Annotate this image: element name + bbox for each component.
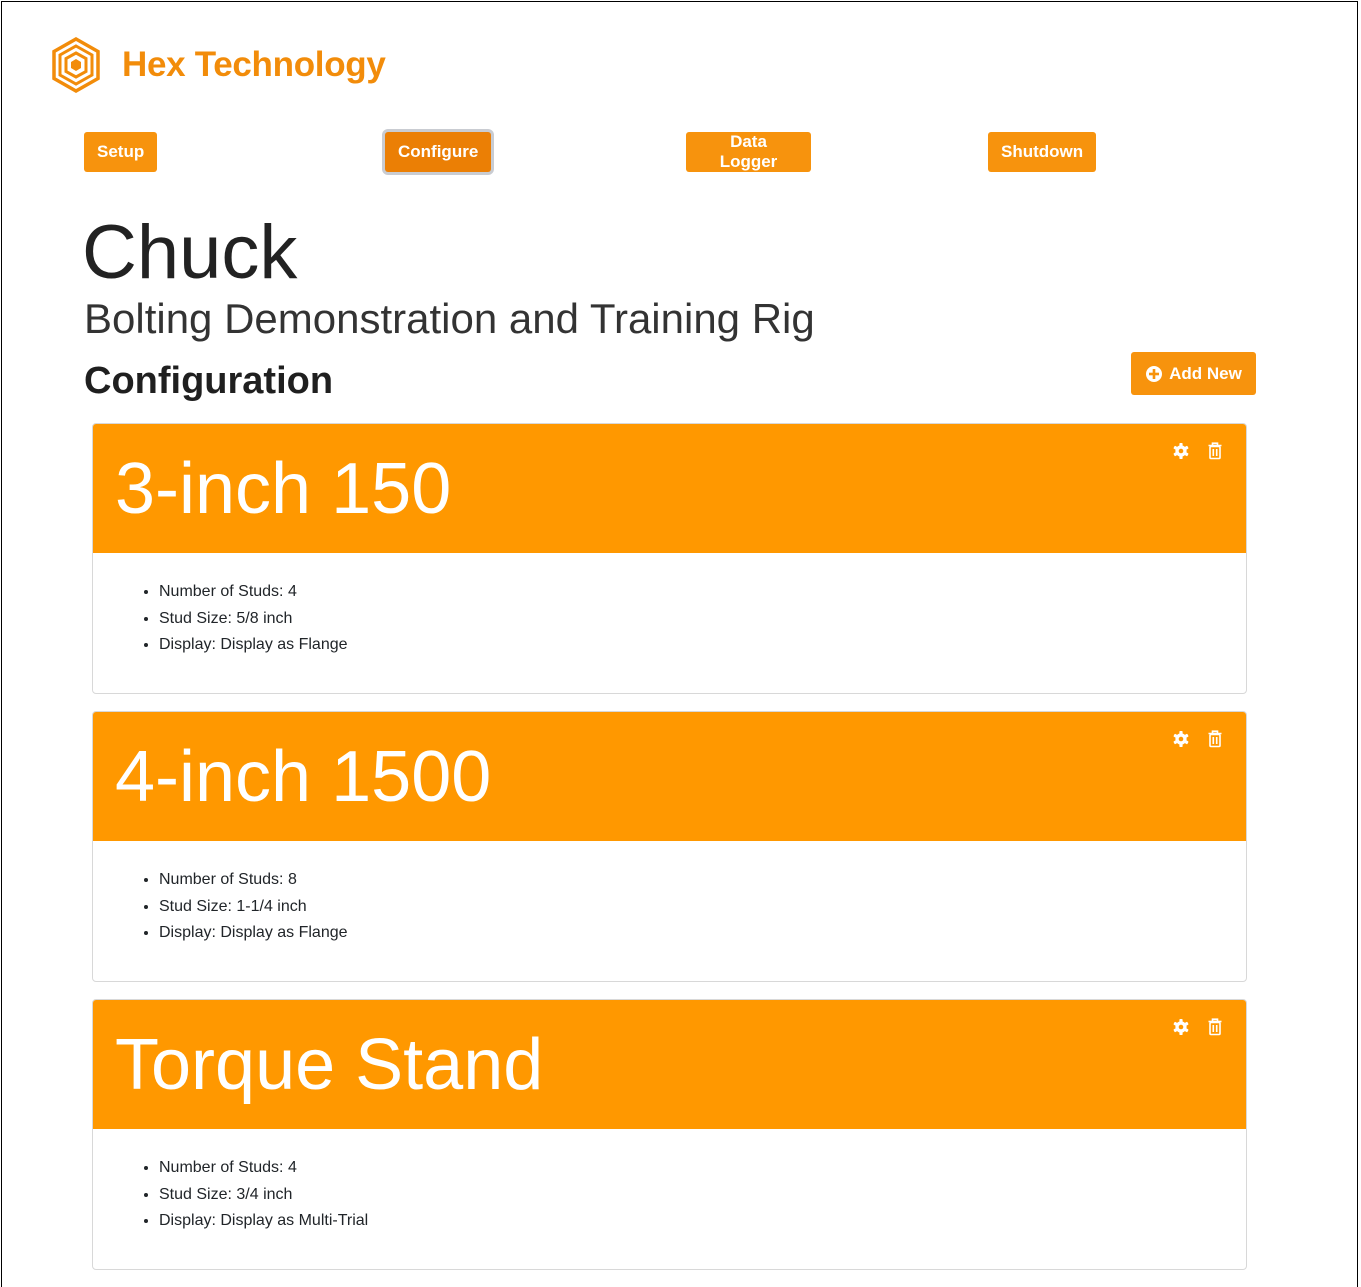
nav-shutdown-button[interactable]: Shutdown (988, 132, 1096, 172)
card-actions (1172, 1018, 1224, 1036)
card-title: 3-inch 150 (115, 449, 452, 529)
page-subtitle: Bolting Demonstration and Training Rig (84, 295, 815, 342)
trash-icon[interactable] (1206, 442, 1224, 460)
detail-item: Stud Size: 1-1/4 inch (159, 894, 1246, 921)
plus-circle-icon (1146, 365, 1163, 382)
config-card: 4-inch 1500 • Number of Studs: 8 • Stud … (92, 711, 1247, 982)
brand-name: Hex Technology (122, 45, 386, 84)
detail-item: Stud Size: 5/8 inch (159, 606, 1246, 633)
trash-icon[interactable] (1206, 730, 1224, 748)
card-body: Number of Studs: 4 Stud Size: 5/8 inch D… (93, 553, 1246, 659)
card-title: Torque Stand (115, 1025, 544, 1105)
card-header: 4-inch 1500 (93, 712, 1246, 841)
page-title: Chuck (82, 210, 298, 295)
add-new-button[interactable]: Add New (1131, 352, 1256, 395)
card-actions (1172, 442, 1224, 460)
gear-icon[interactable] (1172, 442, 1190, 460)
add-new-label: Add New (1169, 363, 1242, 383)
card-header: 3-inch 150 (93, 424, 1246, 553)
card-title: 4-inch 1500 (115, 737, 492, 817)
config-card: Torque Stand • Number of Studs: 4 • Stud… (92, 999, 1247, 1270)
nav-setup-button[interactable]: Setup (84, 132, 157, 172)
brand[interactable]: Hex Technology (50, 36, 386, 94)
card-details-list: Number of Studs: 8 Stud Size: 1-1/4 inch… (93, 867, 1246, 947)
card-header: Torque Stand (93, 1000, 1246, 1129)
detail-item: Number of Studs: 8 (159, 867, 1246, 894)
detail-item: Display: Display as Multi-Trial (159, 1208, 1246, 1235)
detail-item: Number of Studs: 4 (159, 579, 1246, 606)
config-card: 3-inch 150 • Number of Studs: 4 • Stud S… (92, 423, 1247, 694)
detail-item: Number of Studs: 4 (159, 1155, 1246, 1182)
section-title: Configuration (84, 360, 334, 402)
card-actions (1172, 730, 1224, 748)
card-details-list: Number of Studs: 4 Stud Size: 5/8 inch D… (93, 579, 1246, 659)
card-body: Number of Studs: 4 Stud Size: 3/4 inch D… (93, 1129, 1246, 1235)
gear-icon[interactable] (1172, 730, 1190, 748)
detail-item: Display: Display as Flange (159, 920, 1246, 947)
card-body: Number of Studs: 8 Stud Size: 1-1/4 inch… (93, 841, 1246, 947)
gear-icon[interactable] (1172, 1018, 1190, 1036)
nav-data-logger-button[interactable]: Data Logger (686, 132, 811, 172)
nav-configure-button[interactable]: Configure (385, 132, 491, 172)
detail-item: Display: Display as Flange (159, 632, 1246, 659)
detail-item: Stud Size: 3/4 inch (159, 1182, 1246, 1209)
card-details-list: Number of Studs: 4 Stud Size: 3/4 inch D… (93, 1155, 1246, 1235)
trash-icon[interactable] (1206, 1018, 1224, 1036)
hexagon-logo-icon (52, 37, 100, 93)
